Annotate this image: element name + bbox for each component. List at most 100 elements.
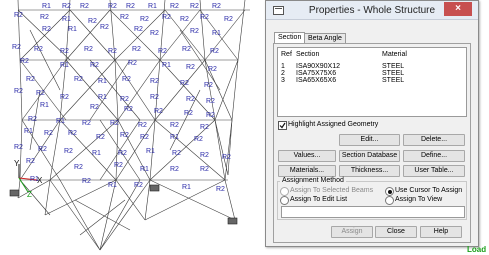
- member-label: R2: [224, 16, 233, 23]
- member-label: R2: [114, 162, 123, 169]
- assign-to-view-label: Assign To View: [395, 196, 443, 203]
- member-label: R1: [24, 128, 33, 135]
- define-button[interactable]: Define...: [403, 150, 465, 162]
- properties-dialog: Properties - Whole Structure × Section B…: [265, 0, 479, 247]
- member-label: R2: [200, 124, 209, 131]
- delete-button[interactable]: Delete...: [403, 134, 465, 146]
- support-icon: [227, 217, 238, 225]
- assign-selected-beams-label: Assign To Selected Beams: [290, 187, 374, 194]
- row-1-ref[interactable]: 1: [281, 63, 285, 70]
- row-3-ref[interactable]: 3: [281, 77, 285, 84]
- member-label: R2: [126, 3, 135, 10]
- truss-member[interactable]: [44, 179, 117, 216]
- member-label: R2: [110, 120, 119, 127]
- truss-member[interactable]: [154, 119, 226, 181]
- axis-z-label: Z: [27, 190, 32, 199]
- member-label: R2: [108, 3, 117, 10]
- truss-member[interactable]: [49, 119, 61, 181]
- truss-member[interactable]: [114, 59, 119, 121]
- member-label: R2: [100, 24, 109, 31]
- truss-member[interactable]: [17, 0, 21, 61]
- member-label: R2: [80, 3, 89, 10]
- column-header-section: Section: [296, 51, 320, 58]
- member-label: R1: [68, 26, 77, 33]
- member-label: R2: [122, 76, 131, 83]
- member-label: R2: [172, 150, 181, 157]
- member-label: R2: [60, 48, 69, 55]
- user-table-button[interactable]: User Table...: [403, 165, 465, 177]
- member-label: R2: [150, 94, 159, 101]
- close-icon[interactable]: ×: [444, 2, 472, 16]
- member-label: R2: [170, 166, 179, 173]
- member-label: R2: [14, 12, 23, 19]
- member-label: R2: [212, 3, 221, 10]
- section-tab-panel: Ref Section Material 1 ISA90X90X12 STEEL…: [273, 43, 471, 243]
- row-2-section[interactable]: ISA75X75X6: [296, 70, 336, 77]
- radio-assign-to-view[interactable]: [385, 196, 394, 205]
- truss-member[interactable]: [59, 59, 116, 121]
- section-database-button[interactable]: Section Database: [339, 150, 400, 162]
- member-label: R2: [216, 186, 225, 193]
- member-label: R1: [62, 16, 71, 23]
- member-label: R1: [146, 148, 155, 155]
- close-button[interactable]: Close: [375, 226, 417, 238]
- member-label: R2: [170, 122, 179, 129]
- truss-member[interactable]: [49, 179, 101, 251]
- help-button[interactable]: Help: [420, 226, 462, 238]
- member-label: R2: [222, 154, 231, 161]
- member-label: R2: [186, 96, 195, 103]
- member-label: R2: [64, 148, 73, 155]
- truss-member[interactable]: [199, 0, 206, 61]
- edit-button[interactable]: Edit...: [339, 134, 400, 146]
- row-2-material[interactable]: STEEL: [382, 70, 404, 77]
- truss-member[interactable]: [237, 0, 246, 61]
- radio-use-cursor[interactable]: [385, 187, 394, 196]
- member-label: R2: [182, 46, 191, 53]
- values-button[interactable]: Values...: [278, 150, 336, 162]
- truss-member[interactable]: [59, 59, 67, 121]
- edit-list-input[interactable]: [281, 206, 465, 218]
- member-label: R1: [42, 3, 51, 10]
- member-label: R1: [98, 94, 107, 101]
- member-label: R2: [62, 3, 71, 10]
- row-3-material[interactable]: STEEL: [382, 77, 404, 84]
- highlight-checkbox[interactable]: [278, 121, 287, 130]
- use-cursor-label: Use Cursor To Assign: [395, 187, 463, 194]
- truss-member[interactable]: [114, 59, 156, 121]
- truss-member[interactable]: [214, 119, 229, 176]
- row-2-ref[interactable]: 2: [281, 70, 285, 77]
- row-3-section[interactable]: ISA65X65X6: [296, 77, 336, 84]
- radio-assign-selected-beams[interactable]: [280, 187, 289, 196]
- assign-button[interactable]: Assign: [331, 226, 373, 238]
- member-label: R1: [212, 30, 221, 37]
- member-label: R2: [120, 132, 129, 139]
- member-label: R2: [190, 28, 199, 35]
- materials-button[interactable]: Materials...: [278, 165, 336, 177]
- highlight-label: Highlight Assigned Geometry: [288, 121, 379, 128]
- member-label: R2: [124, 106, 133, 113]
- member-label: R2: [206, 98, 215, 105]
- radio-assign-edit-list[interactable]: [280, 196, 289, 205]
- thickness-button[interactable]: Thickness...: [339, 165, 400, 177]
- member-label: R1: [148, 3, 157, 10]
- row-1-material[interactable]: STEEL: [382, 63, 404, 70]
- truss-member[interactable]: [224, 179, 236, 221]
- member-label: R2: [44, 130, 53, 137]
- truss-member[interactable]: [214, 119, 226, 181]
- truss-members: [17, 0, 250, 251]
- row-1-section[interactable]: ISA90X90X12: [296, 63, 340, 70]
- dialog-titlebar[interactable]: Properties - Whole Structure ×: [266, 1, 478, 20]
- member-label: R1: [92, 150, 101, 157]
- section-list[interactable]: Ref Section Material 1 ISA90X90X12 STEEL…: [277, 47, 467, 117]
- load-status: Load: [467, 245, 487, 254]
- member-label: R2: [132, 46, 141, 53]
- member-label: R2: [184, 110, 193, 117]
- member-label: R1: [170, 134, 179, 141]
- truss-member[interactable]: [231, 59, 239, 121]
- truss-member[interactable]: [59, 179, 101, 251]
- member-label: R2: [180, 16, 189, 23]
- truss-member[interactable]: [19, 179, 51, 216]
- member-label: R2: [90, 104, 99, 111]
- truss-member[interactable]: [99, 179, 151, 251]
- truss-member[interactable]: [74, 199, 131, 231]
